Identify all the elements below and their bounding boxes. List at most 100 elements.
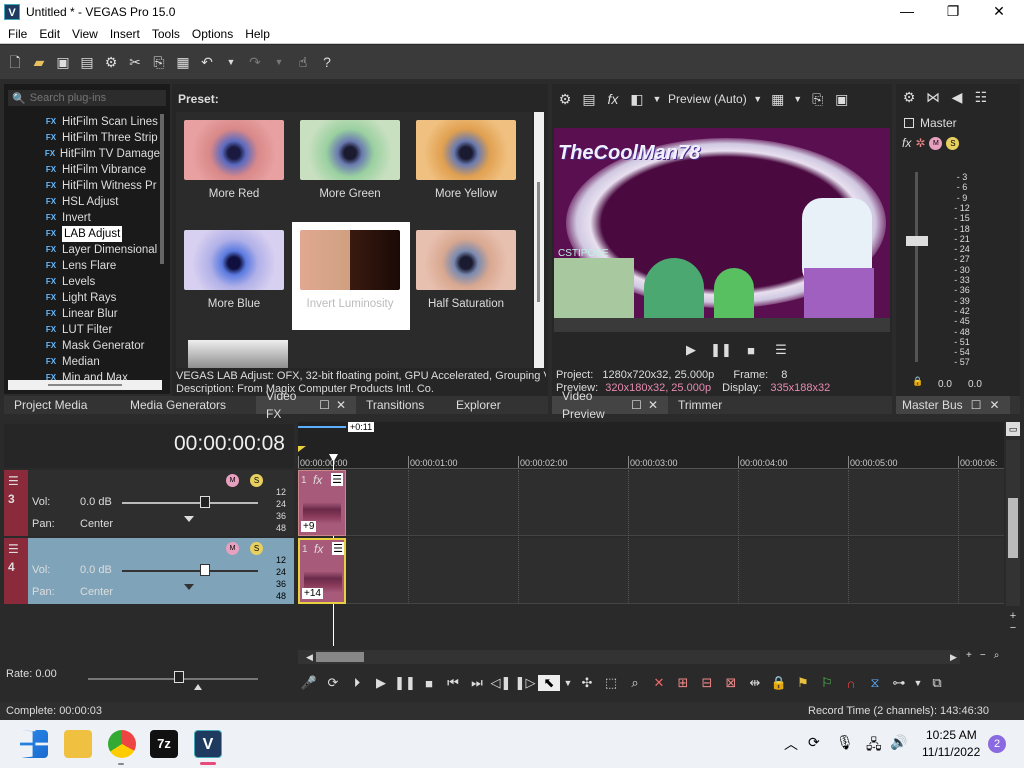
plugin-item[interactable]: FX HSL Adjust — [44, 194, 160, 210]
tab-project-media[interactable]: Project Media — [4, 396, 120, 414]
normal-edit-tool-icon[interactable]: ⬉ — [538, 675, 560, 691]
overlays-grid-icon[interactable]: ▦ — [769, 90, 787, 108]
preset-scrollbar[interactable] — [534, 112, 544, 368]
network-icon[interactable]: 🖧 — [866, 734, 882, 758]
master-fader-handle[interactable] — [906, 236, 928, 246]
insert-region-icon[interactable]: ⚐ — [816, 675, 838, 691]
track-4-header[interactable]: ☰ 4 M S Vol: 0.0 dB Pan: Center 12 24 36 48 — [4, 538, 294, 604]
zoom-tool-icon[interactable]: ⌕ — [624, 675, 646, 691]
preset-more-green[interactable]: More Green — [292, 120, 408, 200]
track-3-lane[interactable] — [298, 470, 1004, 536]
prev-frame-icon[interactable]: ◁❚ — [490, 675, 512, 691]
zoom-search-icon[interactable]: ⌕ — [994, 650, 1000, 664]
preview-pause-icon[interactable]: ❚❚ — [710, 342, 732, 358]
go-to-start-icon[interactable]: ⏮ — [442, 675, 464, 691]
track-4-pan-knob[interactable] — [184, 584, 194, 590]
plugin-list-hscrollbar[interactable] — [8, 380, 162, 390]
track-4-audio-event[interactable]: 1 fx ☰ +14 — [298, 538, 346, 604]
plugin-item[interactable]: FX Lens Flare — [44, 258, 160, 274]
event-fx-icon[interactable]: fx — [314, 542, 323, 556]
close-tab-icon[interactable]: ✕ — [336, 396, 346, 414]
menu-edit[interactable]: Edit — [35, 27, 68, 41]
pause-icon[interactable]: ❚❚ — [394, 675, 416, 691]
track-3-audio-event[interactable]: 1 fx ☰ +9 — [298, 470, 346, 536]
auto-crossfade-icon[interactable]: ⧖ — [864, 675, 886, 691]
play-from-start-icon[interactable]: ⏵ — [346, 675, 368, 691]
play-icon[interactable]: ▶ — [370, 675, 392, 691]
preview-stop-icon[interactable]: ■ — [740, 343, 762, 358]
close-tab-icon[interactable]: ✕ — [989, 396, 999, 414]
plugin-item[interactable]: FX Linear Blur — [44, 306, 160, 322]
ripple-dropdown-icon[interactable]: ▼ — [912, 678, 924, 688]
plugin-item[interactable]: FX HitFilm Vibrance — [44, 162, 160, 178]
plugin-item[interactable]: FX Min and Max — [44, 370, 160, 380]
lock-icon[interactable]: 🔒 — [768, 675, 790, 691]
float-window-icon[interactable]: ☐ — [971, 396, 982, 414]
plugin-list-scrollbar[interactable] — [160, 114, 164, 264]
event-fx-icon[interactable]: fx — [313, 473, 322, 487]
open-folder-icon[interactable]: ▰ — [30, 53, 48, 71]
microphone-tray-icon[interactable]: 🎙 — [836, 734, 854, 751]
track-3-mute-icon[interactable]: M — [226, 474, 239, 487]
event-menu-icon[interactable]: ☰ — [331, 473, 343, 486]
preset-half-saturation[interactable]: Half Saturation — [408, 230, 524, 310]
mixer-sliders-icon[interactable]: ☷ — [972, 88, 990, 106]
menu-tools[interactable]: Tools — [148, 27, 188, 41]
track-3-header[interactable]: ☰ 3 M S Vol: 0.0 dB Pan: Center 12 24 36 48 — [4, 470, 294, 536]
maximize-button[interactable]: ❐ — [930, 0, 976, 24]
plugin-item[interactable]: FX LUT Filter — [44, 322, 160, 338]
video-fx-icon[interactable]: fx — [604, 90, 622, 108]
save-icon[interactable]: ▣ — [54, 53, 72, 71]
save-snapshot-icon[interactable]: ▣ — [833, 90, 851, 108]
master-mute-icon[interactable]: M — [929, 136, 943, 150]
plugin-item[interactable]: FX Invert — [44, 210, 160, 226]
paste-icon[interactable]: ▦ — [174, 53, 192, 71]
preview-menu-icon[interactable]: ☰ — [770, 342, 792, 358]
rate-slider[interactable] — [88, 678, 258, 680]
menu-file[interactable]: File — [4, 27, 35, 41]
whats-this-icon[interactable]: ? — [318, 53, 336, 71]
marker-flag-icon[interactable] — [298, 446, 306, 452]
plugin-item[interactable]: FX HitFilm Scan Lines — [44, 114, 160, 130]
chrome-icon[interactable] — [108, 730, 136, 758]
close-button[interactable]: ✕ — [976, 0, 1022, 24]
downmix-icon[interactable]: ⋈ — [924, 88, 942, 106]
track-3-solo-icon[interactable]: S — [250, 474, 263, 487]
rate-knob[interactable] — [174, 671, 184, 683]
plugin-item[interactable]: FX HitFilm Witness Pr — [44, 178, 160, 194]
save-as-icon[interactable]: ▤ — [78, 53, 96, 71]
tab-video-fx[interactable]: Video FX ☐ ✕ — [256, 389, 356, 421]
event-menu-icon[interactable]: ☰ — [332, 542, 344, 555]
loop-playback-icon[interactable]: ⟳ — [322, 675, 344, 691]
plugin-item[interactable]: FX HitFilm TV Damage — [44, 146, 160, 162]
copy-snapshot-icon[interactable]: ⎘ — [809, 90, 827, 108]
undo-icon[interactable]: ↶ — [198, 53, 216, 71]
plugin-item[interactable]: FX Levels — [44, 274, 160, 290]
timeline-hscrollbar[interactable]: ◀ ▶ — [298, 650, 960, 664]
minimize-button[interactable]: — — [884, 0, 930, 24]
tab-media-generators[interactable]: Media Generators — [120, 396, 256, 414]
tab-master-bus[interactable]: Master Bus ☐ ✕ — [896, 396, 1010, 414]
enable-snapping-icon[interactable]: ∩ — [840, 676, 862, 691]
preview-quality-dropdown[interactable]: Preview (Auto) — [668, 92, 747, 106]
dim-output-icon[interactable]: ◀ — [948, 88, 966, 106]
plugin-item[interactable]: FX Light Rays — [44, 290, 160, 306]
plugin-item[interactable]: FX LAB Adjust — [44, 226, 160, 242]
split-icon[interactable]: ⇹ — [744, 675, 766, 691]
preview-device-icon[interactable]: ▤ — [580, 90, 598, 108]
split-dropdown-icon[interactable]: ▼ — [652, 90, 662, 108]
menu-view[interactable]: View — [68, 27, 106, 41]
tab-transitions[interactable]: Transitions — [356, 396, 446, 414]
undo-dropdown-icon[interactable]: ▼ — [222, 53, 240, 71]
menu-help[interactable]: Help — [241, 27, 278, 41]
selection-tool-icon[interactable]: ⬚ — [600, 675, 622, 691]
properties-gear-icon[interactable]: ⚙ — [102, 53, 120, 71]
plugin-item[interactable]: FX Median — [44, 354, 160, 370]
tab-video-preview[interactable]: Video Preview ☐ ✕ — [552, 389, 668, 421]
preset-invert-luminosity[interactable]: Invert Luminosity — [292, 230, 408, 310]
7zip-icon[interactable]: 7z — [150, 730, 178, 758]
preview-properties-gear-icon[interactable]: ⚙ — [556, 90, 574, 108]
track-3-vol-knob[interactable] — [200, 496, 210, 508]
notification-badge[interactable]: 2 — [988, 735, 1006, 753]
timeline-comment-icon[interactable]: ▭ — [1006, 422, 1020, 436]
